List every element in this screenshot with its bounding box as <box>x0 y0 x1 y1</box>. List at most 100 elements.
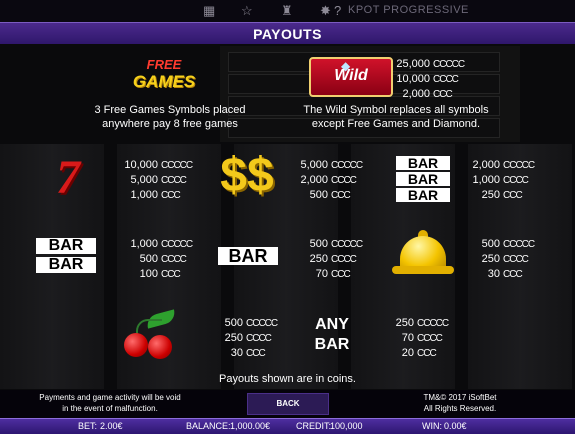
coin-icons: CCCC <box>417 333 443 344</box>
any-bar-symbol: ANY BAR <box>304 315 360 355</box>
pay-amount: 250 <box>309 253 328 265</box>
pay-row: 250 CCCC <box>460 252 534 267</box>
seven-symbol: 7 <box>56 151 80 204</box>
cherry-symbol <box>118 309 188 359</box>
pay-row: 1,000 CCCC <box>460 173 534 188</box>
coin-icons: CCCCC <box>503 239 535 250</box>
pay-amount: 2,000 <box>402 88 430 100</box>
coin-icons: CCCCC <box>161 239 193 250</box>
desc-line: except Free Games and Diamond. <box>311 118 481 130</box>
pay-row: 2,000 CCCC <box>288 173 362 188</box>
single-bar-symbol: BAR <box>218 247 278 267</box>
win-label: WIN: <box>422 421 442 431</box>
double-bar-symbol: BAR BAR <box>36 238 96 276</box>
bell-lip <box>392 266 454 274</box>
back-button[interactable]: BACK <box>247 393 329 415</box>
pay-row: 30 CCC <box>203 346 277 361</box>
pay-amount: 20 <box>401 347 414 359</box>
coin-icons: CCCCC <box>433 59 465 70</box>
coin-icons: CCCCC <box>331 239 363 250</box>
coin-icons: CCCCC <box>503 160 535 171</box>
pay-amount: 2,000 <box>472 159 500 171</box>
pay-row: 1,000 CCC <box>118 188 192 203</box>
copyright: TM&© 2017 iSoftBet All Rights Reserved. <box>400 392 520 414</box>
pay-row: 1,000 CCCCC <box>118 237 193 252</box>
bar-tile: BAR <box>396 188 450 202</box>
copyright-line: All Rights Reserved. <box>423 404 497 413</box>
triple-bar-symbol: BAR BAR BAR <box>396 156 450 204</box>
coins-note: Payouts shown are in coins. <box>219 373 356 385</box>
coin-icons: CCCC <box>161 175 187 186</box>
bell-symbol <box>388 230 458 280</box>
win-value: 0.00€ <box>444 421 467 431</box>
pay-amount: 1,000 <box>472 174 500 186</box>
pay-amount: 100 <box>139 268 158 280</box>
desc-line: 3 Free Games Symbols placed <box>94 104 246 116</box>
trophy-icon[interactable]: ♜ <box>281 3 293 19</box>
pay-row: 250 CCCCC <box>374 316 449 331</box>
coin-icons: CCC <box>433 89 453 100</box>
pay-row: 100 CCC <box>118 267 192 282</box>
pay-amount: 250 <box>224 332 243 344</box>
desc-line: The Wild Symbol replaces all symbols <box>303 104 489 116</box>
pay-row: 500 CCC <box>288 188 362 203</box>
balance-value: 1,000.00€ <box>230 421 271 431</box>
wild-paytable: 25,000 CCCCC 10,000 CCCC 2,000 CCC <box>392 57 465 102</box>
pay-amount: 500 <box>309 238 328 250</box>
coin-icons: CCCCC <box>246 318 278 329</box>
coin-icons: CCC <box>161 269 181 280</box>
pay-row: 250 CCCC <box>203 331 277 346</box>
pay-amount: 250 <box>481 253 500 265</box>
bar-tile: BAR <box>218 247 278 265</box>
pay-amount: 30 <box>487 268 500 280</box>
coin-icons: CCC <box>161 190 181 201</box>
double-bar-paytable: 1,000 CCCCC 500 CCCC 100 CCC <box>118 237 193 282</box>
coin-icons: CCCC <box>433 74 459 85</box>
bet-value: 2.00€ <box>100 421 123 431</box>
coin-icons: CCCCC <box>417 318 449 329</box>
credit-value: 100,000 <box>330 421 363 431</box>
pay-amount: 1,000 <box>130 189 158 201</box>
free-games-symbol-text: FREE <box>146 57 182 72</box>
cherry-fruit <box>148 335 172 359</box>
bell-paytable: 500 CCCCC 250 CCCC 30 CCC <box>460 237 535 282</box>
pay-amount: 70 <box>401 332 414 344</box>
pay-amount: 30 <box>230 347 243 359</box>
pay-amount: 250 <box>395 317 414 329</box>
any-bar-text: ANY <box>315 316 349 333</box>
pay-amount: 500 <box>139 253 158 265</box>
free-games-symbol-text: GAMES <box>132 72 196 91</box>
pay-amount: 500 <box>309 189 328 201</box>
dollar-symbol: $$ <box>220 149 274 202</box>
triple-bar-paytable: 2,000 CCCCC 1,000 CCCC 250 CCC <box>460 158 535 203</box>
notice-line: in the event of malfunction. <box>62 404 158 413</box>
any-bar-text: BAR <box>314 336 350 353</box>
copyright-line: TM&© 2017 iSoftBet <box>423 393 497 402</box>
coin-icons: CCCC <box>246 333 272 344</box>
pay-row: 30 CCC <box>460 267 534 282</box>
page-title: PAYOUTS <box>253 26 322 42</box>
pay-row: 20 CCC <box>374 346 448 361</box>
star-icon[interactable]: ☆ <box>241 3 253 19</box>
pay-row: 70 CCC <box>288 267 362 282</box>
coin-icons: CCC <box>503 190 523 201</box>
pay-row: 500 CCCCC <box>460 237 535 252</box>
pay-amount: 250 <box>481 189 500 201</box>
pay-amount: 10,000 <box>124 159 158 171</box>
coin-icons: CCC <box>331 269 351 280</box>
cherry-paytable: 500 CCCCC 250 CCCC 30 CCC <box>203 316 278 361</box>
cross-icon[interactable]: ✸ <box>320 3 331 19</box>
pay-amount: 500 <box>481 238 500 250</box>
pay-row: 25,000 CCCCC <box>392 57 465 72</box>
pay-row: 250 CCCC <box>288 252 362 267</box>
bar-tile: BAR <box>396 156 450 170</box>
menu-grid-icon[interactable]: ▦ <box>203 3 215 19</box>
notice-line: Payments and game activity will be void <box>39 393 181 402</box>
help-icon[interactable]: ? <box>334 3 341 19</box>
pay-row: 10,000 CCCC <box>392 72 464 87</box>
pay-amount: 5,000 <box>130 174 158 186</box>
pay-row: 500 CCCC <box>118 252 192 267</box>
cherry-fruit <box>124 333 148 357</box>
pay-amount: 1,000 <box>130 238 158 250</box>
bar-tile: BAR <box>36 238 96 254</box>
